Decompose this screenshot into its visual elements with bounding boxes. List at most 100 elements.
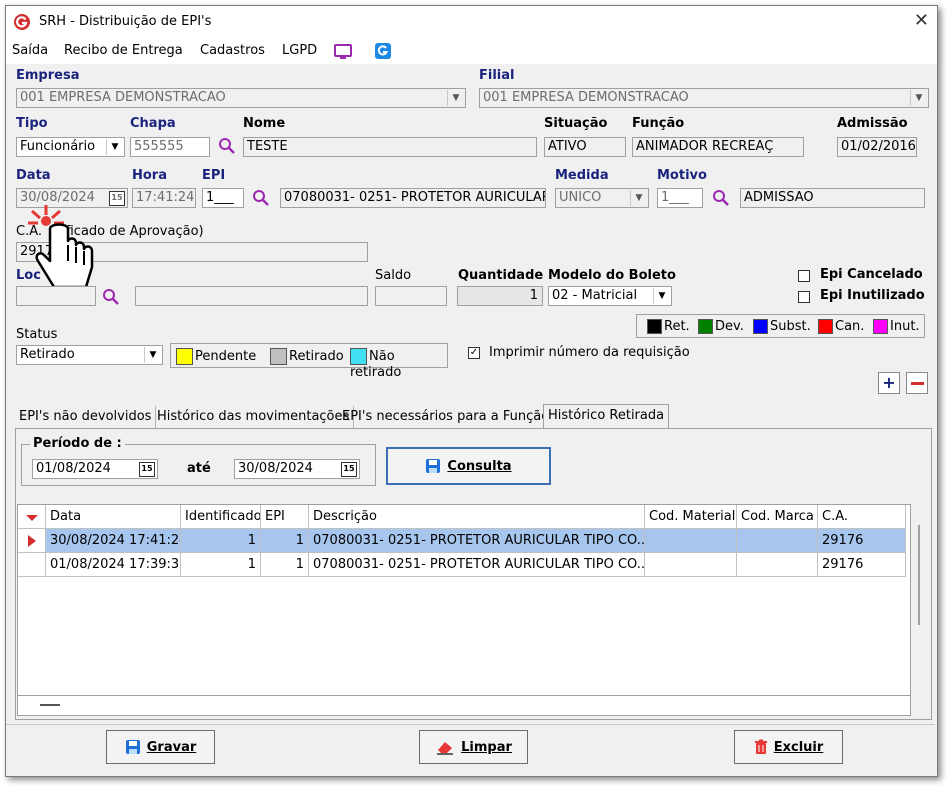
col-header-cod-marca[interactable]: Cod. Marca [737, 505, 818, 529]
periodo-from-input[interactable]: 01/08/2024 15 [32, 459, 158, 479]
tab-epis-necessarios-funcao[interactable]: EPI's necessários para a Função [338, 406, 555, 428]
chevron-down-icon[interactable]: ▼ [447, 90, 464, 106]
cell-ca[interactable]: 29176 [818, 529, 906, 553]
movement-legend: Ret. Dev. Subst. Can. Inut. [636, 314, 925, 338]
row-indicator [18, 529, 46, 553]
app-shortcut-icon[interactable] [374, 42, 392, 60]
modelo-boleto-label: Modelo do Boleto [548, 268, 676, 283]
tipo-select[interactable]: Funcionário ▼ [16, 137, 125, 157]
hora-label: Hora [132, 168, 167, 183]
local-label: Loc [16, 268, 41, 283]
epi-cancelado-checkbox[interactable] [798, 270, 810, 282]
monitor-icon[interactable] [333, 43, 353, 61]
col-header-cod-material[interactable]: Cod. Material [645, 505, 737, 529]
calendar-icon[interactable]: 15 [139, 462, 155, 477]
legend-inut: Inut. [873, 319, 920, 334]
hora-input[interactable]: 17:41:24 [132, 188, 196, 208]
legend-subst: Subst. [753, 319, 811, 334]
menu-cadastros[interactable]: Cadastros [200, 43, 265, 58]
status-select[interactable]: Retirado ▼ [16, 345, 163, 365]
cell-identificador[interactable]: 1 [181, 529, 261, 553]
eraser-icon [437, 742, 454, 755]
local-description-field [135, 286, 368, 306]
menu-recibo-entrega[interactable]: Recibo de Entrega [64, 43, 183, 58]
excluir-button[interactable]: Excluir [734, 730, 843, 764]
current-row-arrow-icon [28, 535, 36, 547]
search-icon[interactable] [252, 189, 270, 207]
medida-select[interactable]: UNICO ▼ [555, 188, 649, 208]
search-icon[interactable] [218, 137, 236, 155]
gravar-label: Gravar [146, 739, 197, 755]
empresa-select[interactable]: 001 EMPRESA DEMONSTRACAO ▼ [16, 88, 466, 108]
epi-label: EPI [202, 168, 226, 183]
cell-epi[interactable]: 1 [261, 529, 309, 553]
add-row-button[interactable]: + [878, 372, 900, 394]
status-value: Retirado [20, 347, 75, 362]
status-legend: Pendente Retirado Não retirado [170, 343, 448, 380]
motivo-label: Motivo [657, 168, 707, 183]
cell-cod-marca[interactable] [737, 553, 818, 577]
chapa-input[interactable]: 555555 [130, 137, 210, 157]
menu-lgpd[interactable]: LGPD [282, 43, 317, 58]
tab-historico-retirada[interactable]: Histórico Retirada [543, 404, 670, 429]
col-header-identificador[interactable]: Identificador [181, 505, 261, 529]
cell-descricao[interactable]: 07080031- 0251- PROTETOR AURICULAR TIPO … [309, 529, 645, 553]
gravar-button[interactable]: Gravar [106, 730, 215, 764]
calendar-icon[interactable]: 15 [109, 191, 125, 206]
situacao-label: Situação [544, 116, 608, 131]
motivo-code-input[interactable]: 1___ [657, 188, 703, 208]
search-icon[interactable] [102, 288, 120, 306]
cell-cod-marca[interactable] [737, 529, 818, 553]
local-code-input[interactable] [16, 286, 96, 306]
imprimir-requisicao-label: Imprimir número da requisição [489, 345, 690, 360]
imprimir-requisicao-checkbox[interactable]: ✓ [468, 347, 480, 359]
legend-inut-swatch [873, 319, 888, 334]
epi-inutilizado-label: Epi Inutilizado [820, 288, 925, 303]
empresa-value: 001 EMPRESA DEMONSTRACAO [20, 90, 226, 105]
cell-ca[interactable]: 29176 [818, 553, 906, 577]
historico-table: Data Identificador EPI Descrição Cod. Ma… [17, 504, 920, 696]
chevron-down-icon[interactable]: ▼ [630, 190, 647, 206]
cell-data[interactable]: 30/08/2024 17:41:24 [46, 529, 181, 553]
cell-cod-material[interactable] [645, 529, 737, 553]
tab-epis-nao-devolvidos[interactable]: EPI's não devolvidos [15, 406, 157, 428]
title-bar: SRH - Distribuição de EPI's ✕ [6, 6, 937, 38]
chevron-down-icon[interactable]: ▼ [144, 347, 161, 363]
col-header-ca[interactable]: C.A. [818, 505, 906, 529]
legend-can-swatch [818, 319, 833, 334]
periodo-to-input[interactable]: 30/08/2024 15 [234, 459, 360, 479]
tab-historico-movimentacoes[interactable]: Histórico das movimentações [153, 406, 355, 428]
filial-select[interactable]: 001 EMPRESA DEMONSTRACAO ▼ [479, 88, 929, 108]
cell-identificador[interactable]: 1 [181, 553, 261, 577]
menu-bar: Saída Recibo de Entrega Cadastros LGPD [6, 38, 937, 64]
remove-row-button[interactable] [906, 372, 928, 394]
cell-data[interactable]: 01/08/2024 17:39:39 [46, 553, 181, 577]
sort-indicator-icon [26, 515, 38, 521]
limpar-button[interactable]: Limpar [419, 730, 528, 764]
quantidade-input[interactable]: 1 [457, 286, 543, 306]
chevron-down-icon[interactable]: ▼ [653, 288, 670, 304]
cell-epi[interactable]: 1 [261, 553, 309, 577]
search-icon[interactable] [712, 189, 730, 207]
epi-inutilizado-checkbox[interactable] [798, 291, 810, 303]
cell-cod-material[interactable] [645, 553, 737, 577]
legend-ret-swatch [647, 319, 662, 334]
periodo-to-value: 30/08/2024 [238, 461, 313, 476]
consulta-button[interactable]: Consulta [386, 447, 551, 485]
col-header-descricao[interactable]: Descrição [309, 505, 645, 529]
saldo-label: Saldo [375, 268, 412, 283]
modelo-boleto-select[interactable]: 02 - Matricial ▼ [548, 286, 672, 306]
close-icon[interactable]: ✕ [914, 10, 929, 31]
chevron-down-icon[interactable]: ▼ [910, 90, 927, 106]
chevron-down-icon[interactable]: ▼ [106, 139, 123, 155]
col-header-data[interactable]: Data [46, 505, 181, 529]
vertical-scrollbar[interactable] [918, 525, 920, 625]
consulta-label: Consulta [447, 458, 512, 474]
col-header-epi[interactable]: EPI [261, 505, 309, 529]
epi-cancelado-label: Epi Cancelado [820, 267, 923, 282]
menu-saida[interactable]: Saída [12, 43, 48, 58]
cell-descricao[interactable]: 07080031- 0251- PROTETOR AURICULAR TIPO … [309, 553, 645, 577]
divider [6, 724, 935, 725]
epi-code-input[interactable]: 1___ [202, 188, 244, 208]
calendar-icon[interactable]: 15 [341, 462, 357, 477]
